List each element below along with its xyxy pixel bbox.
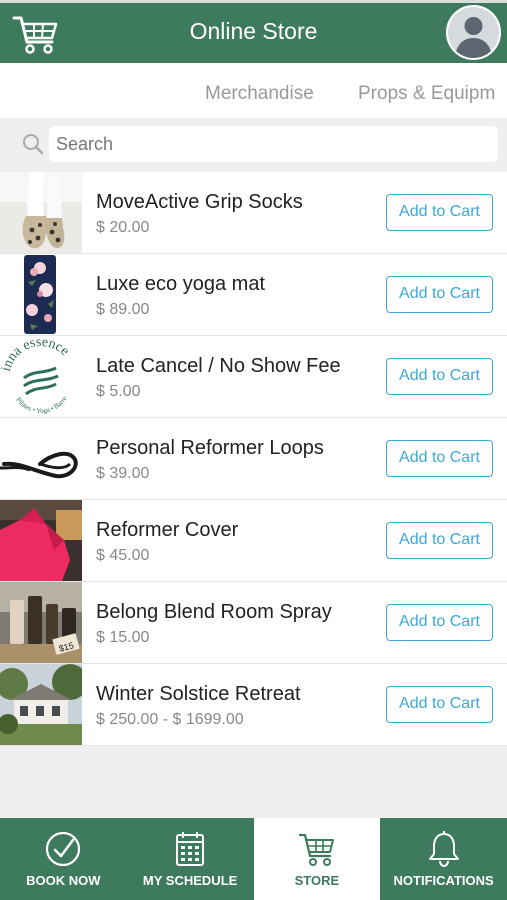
nav-label: MY SCHEDULE — [142, 873, 238, 888]
add-to-cart-button[interactable]: Add to Cart — [386, 358, 493, 395]
add-to-cart-button[interactable]: Add to Cart — [386, 276, 493, 313]
nav-my-schedule[interactable]: MY SCHEDULE — [126, 818, 254, 900]
product-item-winter-retreat[interactable]: Winter Solstice Retreat $ 250.00 - $ 169… — [0, 664, 507, 746]
product-price: $ 20.00 — [96, 219, 150, 236]
calendar-icon — [176, 832, 205, 866]
product-name: Luxe eco yoga mat — [96, 273, 265, 295]
product-name: Winter Solstice Retreat — [96, 683, 301, 705]
bell-icon — [428, 831, 459, 868]
page-title: Online Store — [189, 18, 318, 44]
product-name: Late Cancel / No Show Fee — [96, 355, 341, 377]
category-tabs: Merchandise Props & Equipm — [0, 63, 507, 118]
product-price: $ 250.00 - $ 1699.00 — [96, 711, 244, 728]
product-image-cover — [0, 500, 82, 581]
product-price: $ 45.00 — [96, 547, 150, 564]
tab-props-equipment[interactable]: Props & Equipm — [358, 83, 495, 105]
product-image-spray: $15 — [0, 582, 82, 663]
product-image-loops — [0, 418, 82, 499]
product-price: $ 39.00 — [96, 465, 150, 482]
product-item-room-spray[interactable]: $15 Belong Blend Room Spray $ 15.00 Add … — [0, 582, 507, 664]
tab-merchandise[interactable]: Merchandise — [205, 83, 314, 105]
product-item-yoga-mat[interactable]: Luxe eco yoga mat $ 89.00 Add to Cart — [0, 254, 507, 336]
add-to-cart-button[interactable]: Add to Cart — [386, 604, 493, 641]
app-header: Online Store — [0, 0, 507, 63]
nav-label: BOOK NOW — [26, 873, 101, 888]
add-to-cart-button[interactable]: Add to Cart — [386, 194, 493, 231]
product-item-reformer-cover[interactable]: Reformer Cover $ 45.00 Add to Cart — [0, 500, 507, 582]
nav-store[interactable]: STORE — [253, 818, 381, 900]
product-price: $ 89.00 — [96, 301, 150, 318]
status-strip — [0, 0, 507, 3]
nav-notifications[interactable]: NOTIFICATIONS — [380, 818, 507, 900]
add-to-cart-button[interactable]: Add to Cart — [386, 686, 493, 723]
add-to-cart-button[interactable]: Add to Cart — [386, 440, 493, 477]
product-list: MoveActive Grip Socks $ 20.00 Add to Car… — [0, 172, 507, 746]
nav-label: NOTIFICATIONS — [393, 873, 494, 888]
nav-book-now[interactable]: BOOK NOW — [0, 818, 127, 900]
product-name: Reformer Cover — [96, 519, 239, 541]
product-name: Personal Reformer Loops — [96, 437, 324, 459]
shopping-cart-icon — [298, 833, 334, 866]
search-bar — [0, 118, 507, 172]
product-item-late-cancel-fee[interactable]: inna essence Pilates • Yoga • Barre Late… — [0, 336, 507, 418]
search-input[interactable] — [49, 126, 498, 162]
product-image-retreat — [0, 664, 82, 745]
product-image-yoga-mat — [0, 254, 82, 335]
user-avatar-icon[interactable] — [446, 5, 501, 60]
product-item-reformer-loops[interactable]: Personal Reformer Loops $ 39.00 Add to C… — [0, 418, 507, 500]
product-name: Belong Blend Room Spray — [96, 601, 332, 623]
product-image-logo: inna essence Pilates • Yoga • Barre — [0, 336, 82, 417]
product-price: $ 5.00 — [96, 383, 141, 400]
nav-label: STORE — [294, 873, 340, 888]
product-name: MoveActive Grip Socks — [96, 191, 303, 213]
product-price: $ 15.00 — [96, 629, 150, 646]
search-icon — [23, 134, 44, 155]
product-image-socks — [0, 172, 82, 253]
product-item-grip-socks[interactable]: MoveActive Grip Socks $ 20.00 Add to Car… — [0, 172, 507, 254]
bottom-navigation: BOOK NOW MY SCHEDULE STORE NOTIFICATIONS — [0, 818, 507, 900]
check-circle-icon — [46, 831, 81, 867]
add-to-cart-button[interactable]: Add to Cart — [386, 522, 493, 559]
